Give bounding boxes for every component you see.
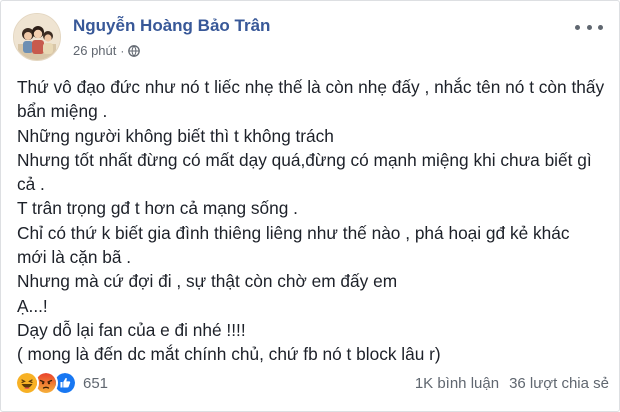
shares-count-link[interactable]: 36 lượt chia sẻ [509, 375, 609, 392]
post-line: mới là cặn bã . [17, 247, 132, 268]
haha-icon [15, 371, 39, 395]
post-line: Nhưng mà cứ đợi đi , sự thật còn chờ em … [17, 271, 398, 292]
post-line: T trân trọng gđ t hơn cả mạng sống . [17, 198, 298, 219]
meta-separator: · [120, 43, 125, 58]
globe-icon[interactable] [128, 44, 141, 57]
post-line: cả . [17, 174, 45, 195]
post-line: bẩn miệng . [17, 101, 108, 122]
more-options-icon[interactable] [575, 19, 603, 35]
post-line: Dạy dỗ lại fan của e đi nhé !!!! [17, 319, 246, 340]
avatar[interactable] [13, 13, 61, 61]
post-card: Nguyễn Hoàng Bảo Trân 26 phút · Thứ vô đ… [0, 0, 620, 412]
post-line: Nhưng tốt nhất đừng có mất dạy quá,đừng … [17, 149, 592, 170]
reaction-count[interactable]: 651 [83, 375, 108, 392]
engagement-stats: 1K bình luận 36 lượt chia sẻ [415, 375, 609, 392]
post-line: Những người không biết thì t không trách [17, 125, 334, 146]
post-line: Thứ vô đạo đức như nó t liếc nhẹ thế là … [17, 77, 605, 97]
post-line: Ạ...! [17, 295, 48, 316]
post-time[interactable]: 26 phút [73, 43, 116, 58]
post-footer: 651 1K bình luận 36 lượt chia sẻ [15, 371, 609, 395]
post-header: Nguyễn Hoàng Bảo Trân 26 phút · [13, 13, 609, 63]
comments-count-link[interactable]: 1K bình luận [415, 375, 499, 392]
post-line: Chỉ có thứ k biết gia đình thiêng liêng … [17, 222, 570, 243]
post-text: Thứ vô đạo đức như nó t liếc nhẹ thế là … [17, 75, 607, 367]
author-name[interactable]: Nguyễn Hoàng Bảo Trân [73, 16, 270, 36]
avatar-photo-icon [14, 14, 60, 60]
post-meta: 26 phút · [73, 43, 141, 58]
post-line: ( mong là đến dc mắt chính chủ, chứ fb n… [17, 344, 441, 365]
reactions-summary[interactable]: 651 [15, 371, 108, 395]
